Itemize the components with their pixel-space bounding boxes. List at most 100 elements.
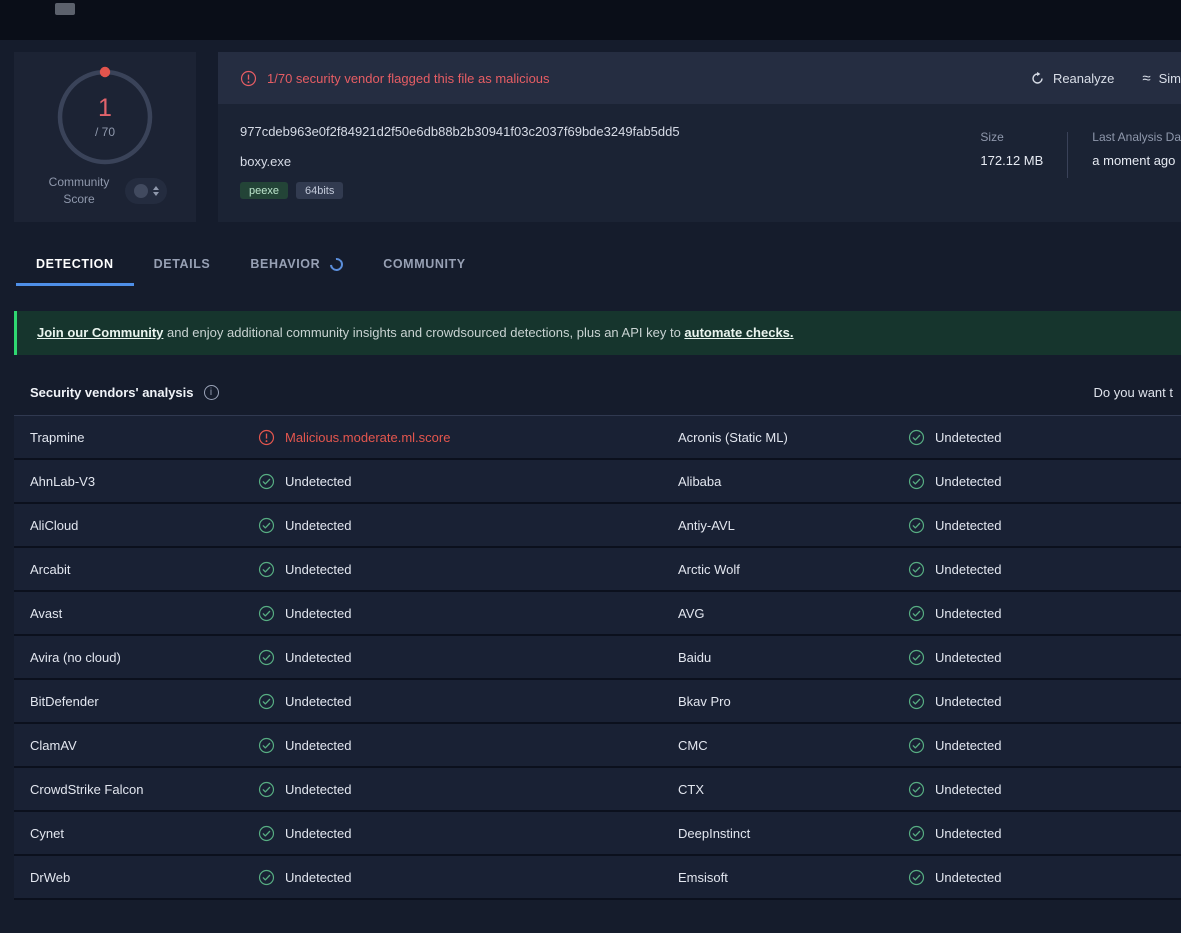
vendor-name: Arcabit xyxy=(30,561,71,577)
check-circle-icon xyxy=(908,649,925,665)
logo-fragment xyxy=(55,3,75,15)
check-circle-icon xyxy=(908,429,925,445)
verdict-bar: 1/70 security vendor flagged this file a… xyxy=(218,52,1181,104)
check-circle-icon xyxy=(908,781,925,797)
table-row: Arcabit Undetected Arctic Wolf Undetected xyxy=(14,548,1181,592)
detection-result-text: Undetected xyxy=(285,561,352,577)
table-row: Avira (no cloud) Undetected Baidu Undetecte… xyxy=(14,636,1181,680)
check-circle-icon xyxy=(258,737,275,753)
vendor-name: CrowdStrike Falcon xyxy=(30,781,144,797)
detection-result: Undetected xyxy=(258,737,678,754)
detection-score-gauge: 1 / 70 xyxy=(50,62,160,172)
detection-result: Undetected xyxy=(258,561,678,578)
check-circle-icon xyxy=(258,561,275,577)
detection-result: Undetected xyxy=(908,605,1181,622)
vendor-name: DeepInstinct xyxy=(678,825,751,841)
tab-label: BEHAVIOR xyxy=(250,257,321,271)
detection-result-text: Undetected xyxy=(935,781,1002,797)
check-circle-icon xyxy=(908,561,925,577)
vendor-name: AVG xyxy=(678,605,705,621)
loading-spinner-icon xyxy=(327,254,346,274)
community-banner: Join our Community and enjoy additional … xyxy=(14,311,1181,355)
automate-checks-link[interactable]: automate checks. xyxy=(684,325,793,340)
tab-community[interactable]: COMMUNITY xyxy=(363,249,485,286)
similar-button[interactable]: ≈ Sim xyxy=(1142,70,1181,87)
gauge-text: 1 / 70 xyxy=(50,62,160,172)
detection-result-text: Undetected xyxy=(935,473,1002,489)
vote-gauge-icon xyxy=(133,184,148,199)
table-row: DrWeb Undetected Emsisoft Undetected xyxy=(14,856,1181,900)
check-circle-icon xyxy=(258,869,275,885)
check-circle-icon xyxy=(258,693,275,709)
analysis-header-right-text[interactable]: Do you want t xyxy=(1094,385,1174,400)
file-hash[interactable]: 977cdeb963e0f2f84921d2f50e6db88b2b30941f… xyxy=(240,124,680,139)
tab-details[interactable]: DETAILS xyxy=(134,249,231,286)
detection-result: Undetected xyxy=(908,517,1181,534)
analysis-header: Security vendors' analysis i Do you want… xyxy=(14,369,1181,416)
detection-result-text: Undetected xyxy=(935,869,1002,885)
detection-result-text: Undetected xyxy=(285,605,352,621)
tag-peexe[interactable]: peexe xyxy=(240,182,288,199)
check-circle-icon xyxy=(908,605,925,621)
join-community-link[interactable]: Join our Community xyxy=(37,325,163,340)
info-icon[interactable]: i xyxy=(203,384,219,400)
detection-result-text: Undetected xyxy=(935,429,1002,445)
tab-behavior[interactable]: BEHAVIOR xyxy=(230,249,363,286)
file-stats: Size 172.12 MB Last Analysis Da a moment… xyxy=(980,124,1181,222)
security-vendors-analysis: Security vendors' analysis i Do you want… xyxy=(14,369,1181,900)
check-circle-icon xyxy=(908,737,925,753)
size-label: Size xyxy=(980,130,1004,144)
detection-result-text: Undetected xyxy=(935,605,1002,621)
detection-result: Undetected xyxy=(908,825,1181,842)
detection-result-text: Undetected xyxy=(285,649,352,665)
check-circle-icon xyxy=(908,825,925,841)
table-row: BitDefender Undetected Bkav Pro Undetected xyxy=(14,680,1181,724)
check-circle-icon xyxy=(258,517,275,533)
table-row: Trapmine Malicious.moderate.ml.score Acron… xyxy=(14,416,1181,460)
detection-result-text: Undetected xyxy=(285,693,352,709)
detection-result-text: Undetected xyxy=(935,693,1002,709)
detection-result: Undetected xyxy=(258,605,678,622)
community-score-label: Community Score xyxy=(48,175,110,207)
community-score-card: 1 / 70 Community Score xyxy=(14,52,196,222)
exclamation-circle-icon xyxy=(258,429,275,445)
table-row: CrowdStrike Falcon Undetected CTX Undetecte… xyxy=(14,768,1181,812)
file-info-panel: 1/70 security vendor flagged this file a… xyxy=(218,52,1181,222)
detection-result: Undetected xyxy=(908,429,1181,446)
vendor-name: Acronis (Static ML) xyxy=(678,429,788,445)
vendor-name: Avira (no cloud) xyxy=(30,649,121,665)
check-circle-icon xyxy=(258,825,275,841)
detection-result: Undetected xyxy=(258,473,678,490)
detection-result-text: Undetected xyxy=(285,781,352,797)
detection-result: Undetected xyxy=(908,781,1181,798)
last-analysis-value: a moment ago xyxy=(1092,153,1176,168)
detection-result: Undetected xyxy=(908,473,1181,490)
community-vote-widget[interactable] xyxy=(125,178,167,205)
detection-result: Undetected xyxy=(258,781,678,798)
detection-result-text: Undetected xyxy=(935,825,1002,841)
detection-result: Undetected xyxy=(908,561,1181,578)
reanalyze-label: Reanalyze xyxy=(1052,70,1115,86)
detection-result-text: Undetected xyxy=(935,561,1002,577)
detection-result: Malicious.moderate.ml.score xyxy=(258,429,678,446)
tab-detection[interactable]: DETECTION xyxy=(16,249,134,286)
check-circle-icon xyxy=(258,649,275,665)
detection-result-text: Undetected xyxy=(935,649,1002,665)
detections-total: / 70 xyxy=(94,124,115,139)
virustotal-file-report-page: 1 / 70 Community Score 1/70 security ven… xyxy=(0,0,1181,933)
reanalyze-button[interactable]: Reanalyze xyxy=(1030,71,1114,86)
vendor-name: Alibaba xyxy=(678,473,722,489)
check-circle-icon xyxy=(258,605,275,621)
detections-count: 1 xyxy=(98,93,112,122)
check-circle-icon xyxy=(258,473,275,489)
analysis-title: Security vendors' analysis xyxy=(30,384,194,400)
tag-64bits[interactable]: 64bits xyxy=(295,182,344,199)
detection-result: Undetected xyxy=(908,869,1181,886)
check-circle-icon xyxy=(258,781,275,797)
detection-result-text: Undetected xyxy=(285,737,352,753)
detection-result: Undetected xyxy=(258,517,678,534)
banner-text: and enjoy additional community insights … xyxy=(163,325,685,340)
reanalyze-icon xyxy=(1032,71,1043,84)
table-row: AhnLab-V3 Undetected Alibaba Undetected xyxy=(14,460,1181,504)
similar-icon: ≈ xyxy=(1142,69,1151,87)
